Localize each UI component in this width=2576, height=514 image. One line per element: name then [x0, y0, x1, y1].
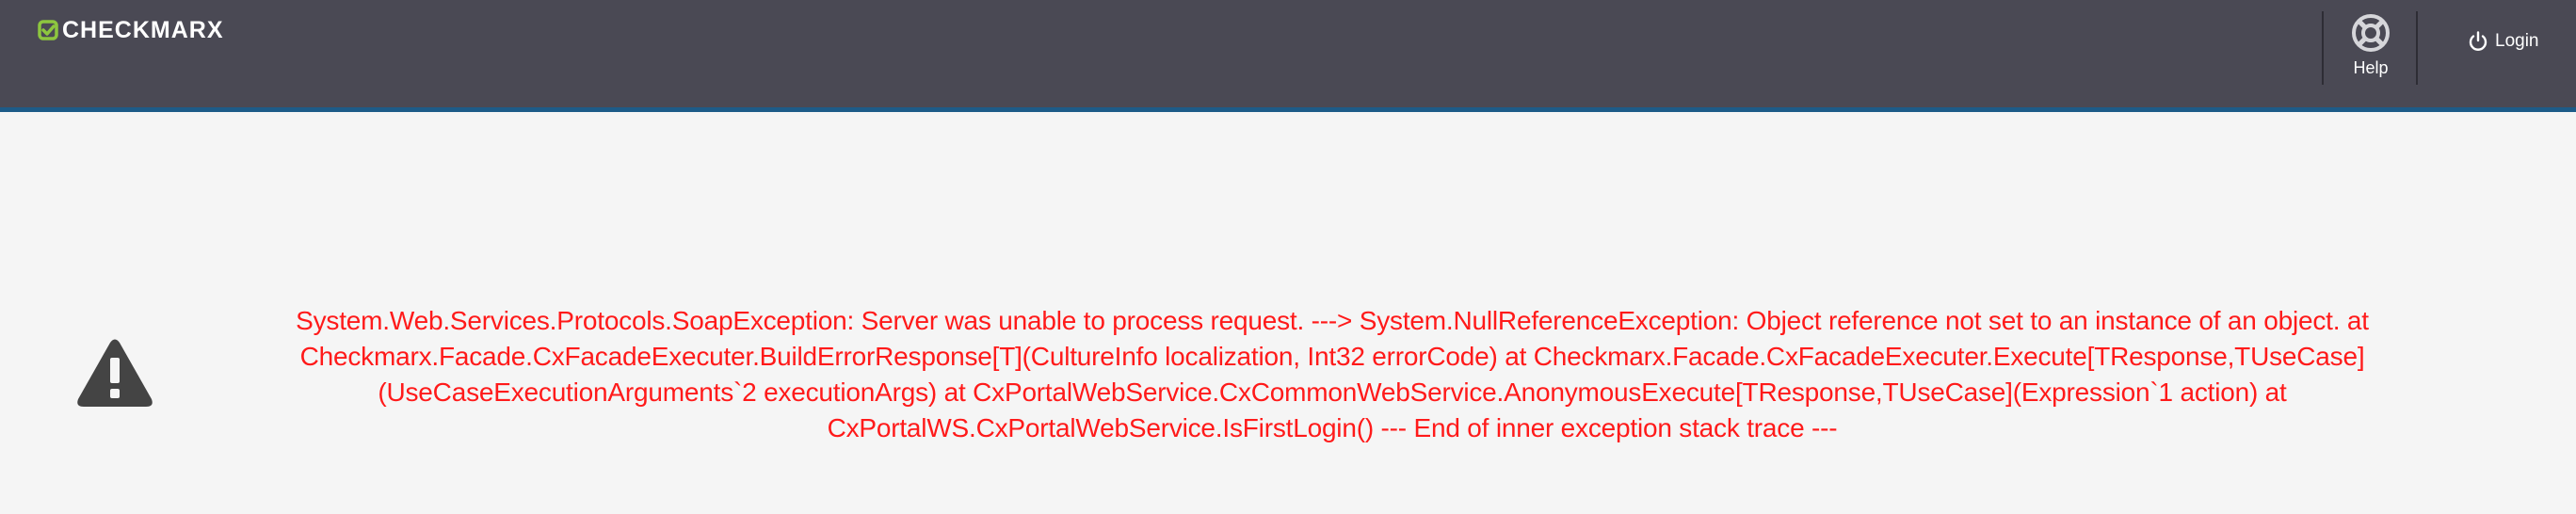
checkmarx-logo[interactable]: CHECKMARX — [38, 17, 224, 43]
help-label: Help — [2353, 58, 2389, 77]
header-accent-line — [0, 107, 2576, 112]
checkmark-logo-icon — [38, 20, 58, 40]
power-icon — [2469, 31, 2487, 51]
error-message: System.Web.Services.Protocols.SoapExcept… — [296, 306, 2369, 442]
header-divider — [2416, 11, 2418, 85]
logo-text: CHECKMARX — [62, 17, 224, 43]
top-navigation-bar: CHECKMARX Help Login — [0, 0, 2576, 107]
login-label: Login — [2495, 31, 2539, 51]
help-button[interactable]: Help — [2326, 13, 2416, 85]
header-divider — [2322, 11, 2324, 85]
warning-triangle-icon — [77, 339, 153, 407]
lifebuoy-icon — [2352, 14, 2390, 52]
login-button[interactable]: Login — [2467, 28, 2539, 55]
